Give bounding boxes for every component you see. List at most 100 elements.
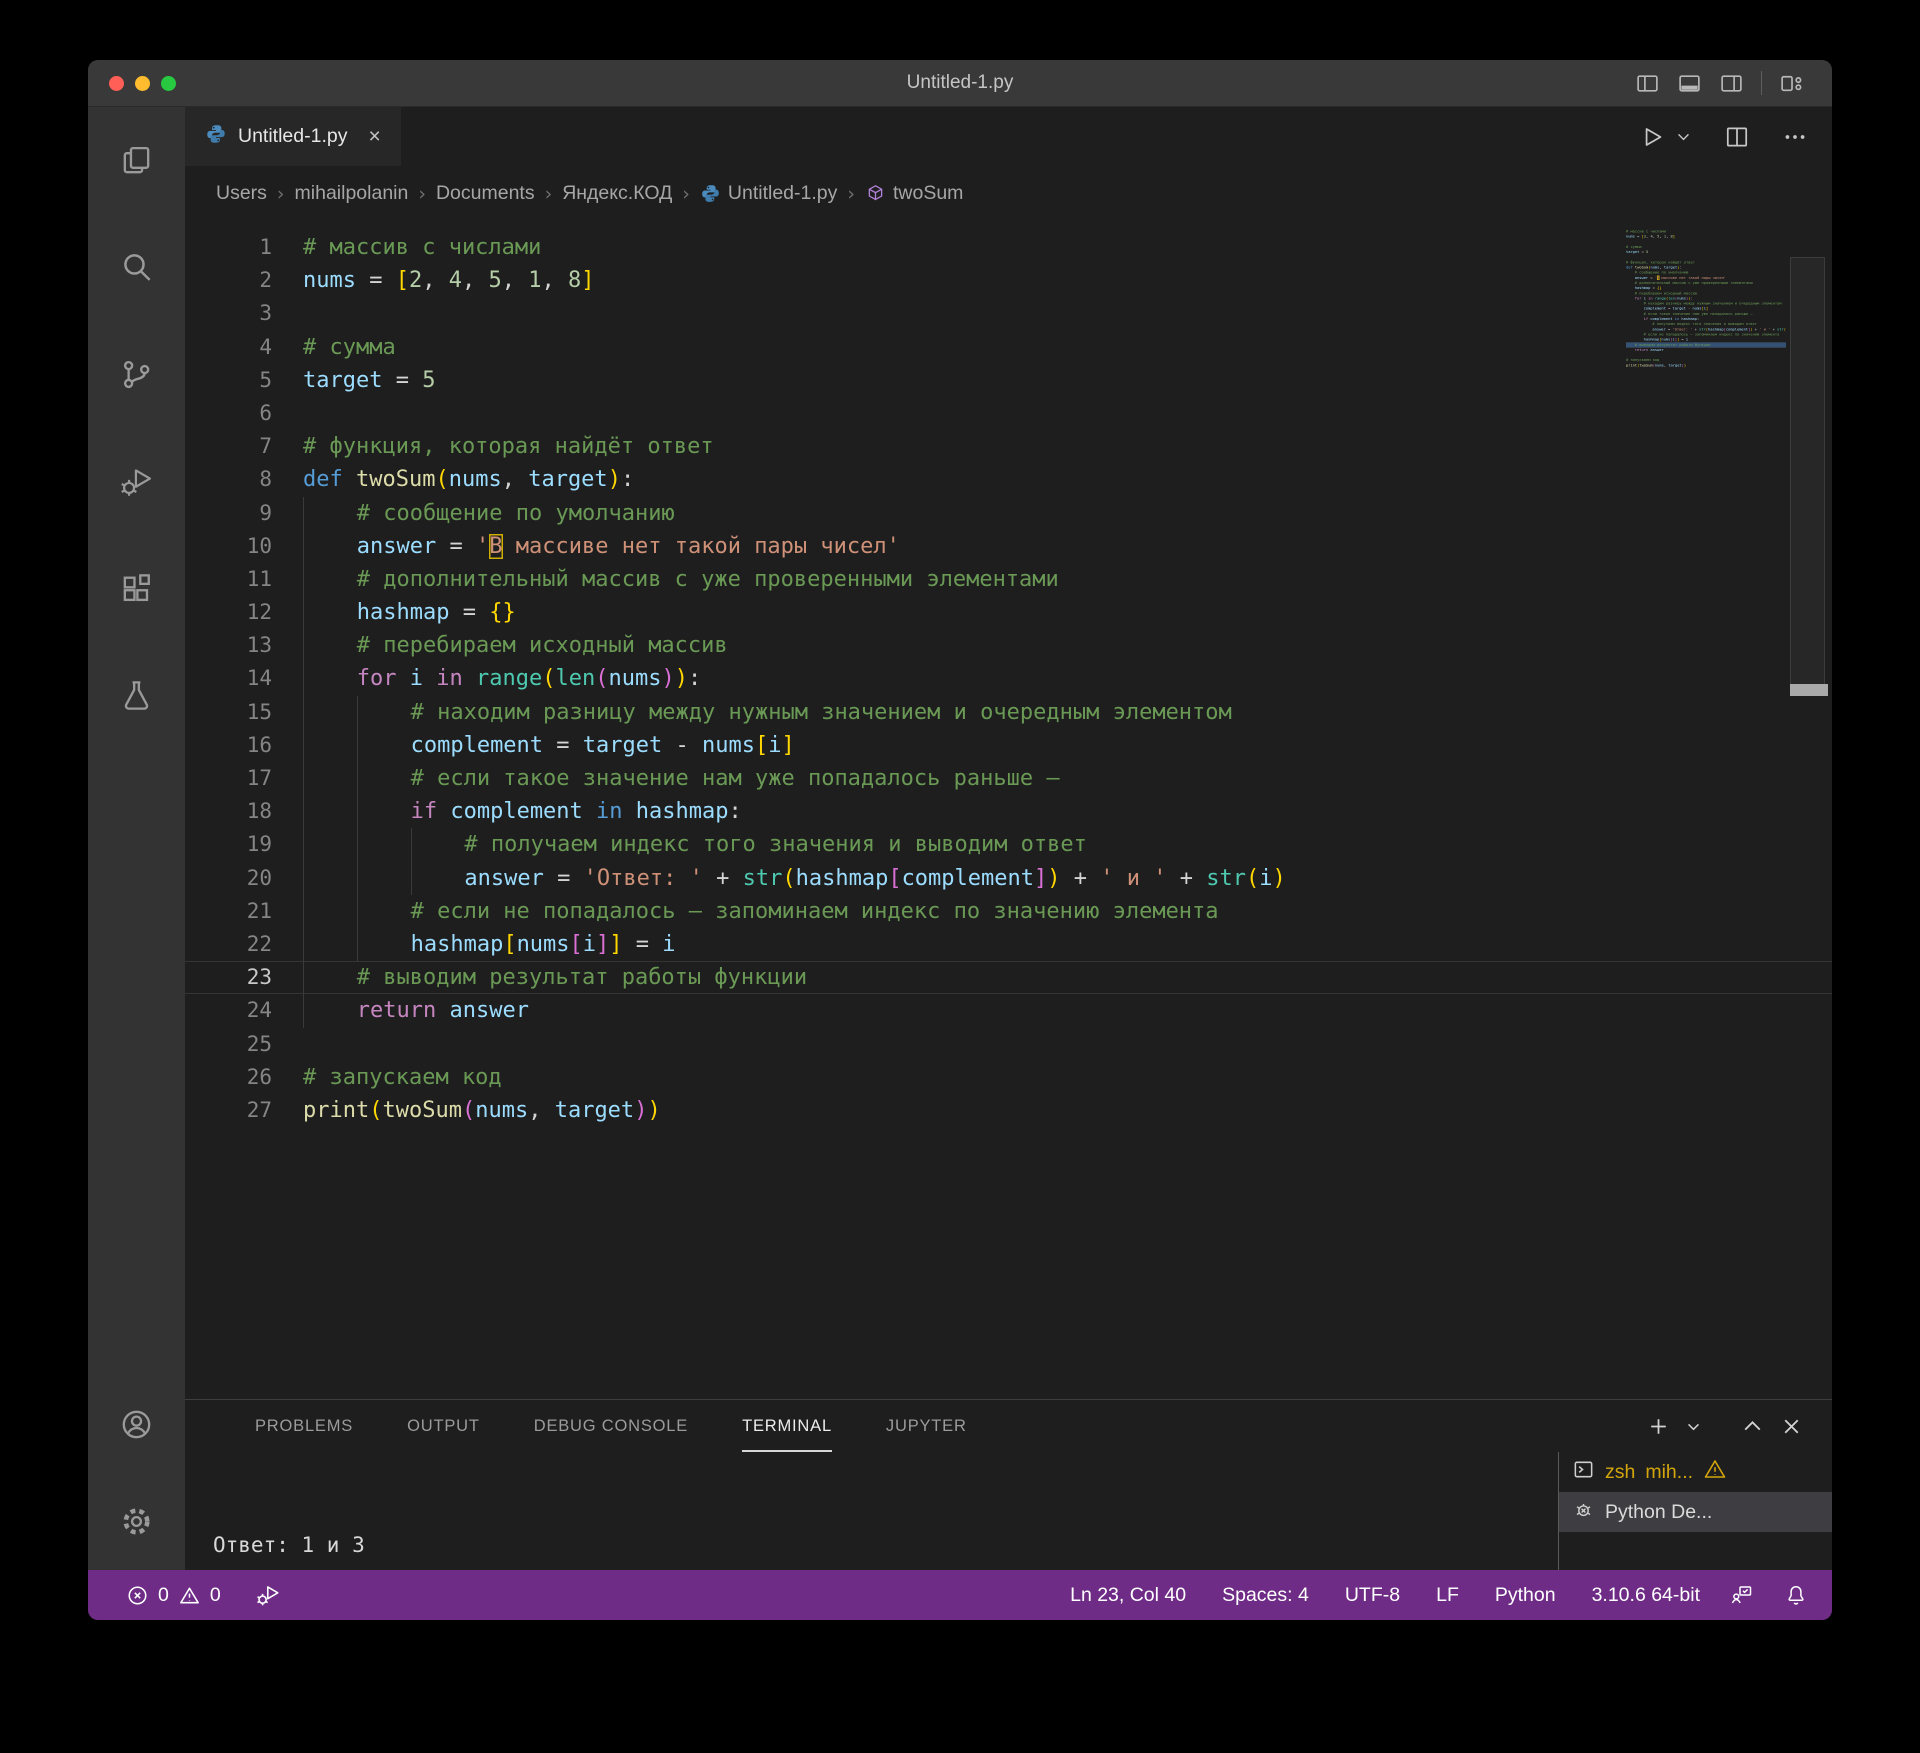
line-content: answer = 'Ответ: ' + str(hashmap[complem…	[303, 862, 1286, 895]
code-line[interactable]: 27print(twoSum(nums, target))	[185, 1094, 1832, 1127]
terminal-list-label: Python De...	[1605, 1501, 1712, 1524]
toggle-secondary-sidebar-icon[interactable]	[1719, 71, 1744, 96]
code-line[interactable]: 13# перебираем исходный массив	[185, 629, 1832, 662]
breadcrumb-item[interactable]: Untitled-1.py	[700, 182, 837, 205]
status-item[interactable]: Spaces: 4	[1222, 1584, 1309, 1607]
panel-tab-debug-console[interactable]: DEBUG CONSOLE	[534, 1400, 688, 1452]
code-line[interactable]: 5target = 5	[185, 364, 1832, 397]
breadcrumb-item[interactable]: Documents	[436, 182, 535, 205]
code-line[interactable]: 25	[185, 1028, 1832, 1061]
toggle-primary-sidebar-icon[interactable]	[1635, 71, 1660, 96]
breadcrumb-label: Documents	[436, 182, 535, 205]
code-line[interactable]: 10answer = 'В массиве нет такой пары чис…	[185, 530, 1832, 563]
code-line[interactable]: 6	[185, 397, 1832, 430]
code-line[interactable]: 20answer = 'Ответ: ' + str(hashmap[compl…	[185, 862, 1832, 895]
code-line[interactable]: 15# находим разницу между нужным значени…	[185, 696, 1832, 729]
account-icon[interactable]	[88, 1376, 185, 1473]
code-line[interactable]: 11# дополнительный массив с уже проверен…	[185, 563, 1832, 596]
terminal-list-item-python-debug[interactable]: Python De...	[1559, 1492, 1832, 1532]
testing-icon[interactable]	[88, 642, 185, 749]
minimap[interactable]: # массив с числамиnums = [2, 4, 5, 1, 8]…	[1626, 229, 1786, 519]
status-item[interactable]: Python	[1495, 1584, 1556, 1607]
line-content: answer = 'В массиве нет такой пары чисел…	[303, 530, 900, 563]
line-content: # получаем индекс того значения и выводи…	[303, 828, 1087, 861]
status-item[interactable]: LF	[1436, 1584, 1459, 1607]
status-item[interactable]: UTF-8	[1345, 1584, 1400, 1607]
problems-status[interactable]: 0 0	[126, 1584, 221, 1607]
code-line[interactable]: 14for i in range(len(nums)):	[185, 662, 1832, 695]
feedback-icon[interactable]	[1730, 1583, 1754, 1607]
line-content: target = 5	[1626, 250, 1648, 255]
line-number: 8	[185, 463, 303, 496]
zoom-window-button[interactable]	[161, 76, 176, 91]
close-window-button[interactable]	[109, 76, 124, 91]
python-icon	[700, 183, 721, 204]
line-content: # массив с числами	[303, 231, 541, 264]
code-line[interactable]: 23# выводим результат работы функции	[185, 961, 1832, 994]
line-content: if complement in hashmap:	[303, 795, 742, 828]
debug-console-icon	[1572, 1498, 1595, 1527]
split-editor-icon[interactable]	[1724, 124, 1750, 150]
run-dropdown-chevron-icon[interactable]	[1675, 128, 1692, 145]
breadcrumb-item[interactable]: Users	[216, 182, 267, 205]
close-panel-icon[interactable]	[1779, 1414, 1804, 1439]
status-item[interactable]: Ln 23, Col 40	[1070, 1584, 1186, 1607]
line-content: print(twoSum(nums, target))	[1626, 363, 1686, 368]
close-tab-icon[interactable]: ×	[368, 126, 380, 147]
tab-untitled-1-py[interactable]: Untitled-1.py ×	[185, 107, 401, 166]
activity-bar	[88, 107, 185, 1570]
code-line[interactable]: 4# сумма	[185, 331, 1832, 364]
files-icon[interactable]	[88, 107, 185, 214]
breadcrumb-item[interactable]: mihailpolanin	[295, 182, 409, 205]
panel-tab-jupyter[interactable]: JUPYTER	[886, 1400, 967, 1452]
code-line[interactable]: 2nums = [2, 4, 5, 1, 8]	[185, 264, 1832, 297]
breadcrumb-label: mihailpolanin	[295, 182, 409, 205]
panel-tab-terminal[interactable]: TERMINAL	[742, 1400, 832, 1452]
toggle-panel-icon[interactable]	[1677, 71, 1702, 96]
minimize-window-button[interactable]	[135, 76, 150, 91]
code-line[interactable]: 22hashmap[nums[i]] = i	[185, 928, 1832, 961]
line-content: print(twoSum(nums, target))	[303, 1094, 661, 1127]
maximize-panel-icon[interactable]	[1740, 1414, 1765, 1439]
code-line[interactable]: 16complement = target - nums[i]	[185, 729, 1832, 762]
line-number: 23	[185, 961, 303, 994]
scrollbar-slider[interactable]	[1790, 257, 1825, 689]
more-actions-icon[interactable]	[1782, 124, 1808, 150]
line-content: # если такое значение нам уже попадалось…	[303, 762, 1060, 795]
code-line[interactable]: 12hashmap = {}	[185, 596, 1832, 629]
code-line[interactable]: 18if complement in hashmap:	[185, 795, 1832, 828]
python-icon	[205, 123, 227, 150]
debug-status-icon[interactable]	[255, 1582, 281, 1608]
extensions-icon[interactable]	[88, 535, 185, 642]
settings-gear-icon[interactable]	[88, 1473, 185, 1570]
customize-layout-icon[interactable]	[1779, 71, 1804, 96]
run-python-file-icon[interactable]	[1639, 124, 1665, 150]
editor-scrollbar[interactable]	[1788, 221, 1832, 1399]
code-line[interactable]: 17# если такое значение нам уже попадало…	[185, 762, 1832, 795]
code-line[interactable]: 21# если не попадалось — запоминаем инде…	[185, 895, 1832, 928]
run-debug-icon[interactable]	[88, 428, 185, 535]
breadcrumb-item[interactable]: twoSum	[865, 182, 963, 205]
line-content: target = 5	[303, 364, 435, 397]
panel-tab-output[interactable]: OUTPUT	[407, 1400, 480, 1452]
terminal-dropdown-chevron-icon[interactable]	[1685, 1418, 1702, 1435]
breadcrumb-item[interactable]: Яндекс.КОД	[562, 182, 672, 205]
code-line[interactable]: 8def twoSum(nums, target):	[185, 463, 1832, 496]
terminal-output[interactable]: Ответ: 1 и 3 mihailpolanin@Mike-MBP Янде…	[185, 1452, 1558, 1570]
code-line[interactable]: 3	[185, 297, 1832, 330]
source-control-icon[interactable]	[88, 321, 185, 428]
code-line[interactable]: 9# сообщение по умолчанию	[185, 497, 1832, 530]
code-line[interactable]: 7# функция, которая найдёт ответ	[185, 430, 1832, 463]
notifications-bell-icon[interactable]	[1784, 1583, 1808, 1607]
breadcrumb-separator: ›	[418, 183, 426, 205]
code-line[interactable]: 1# массив с числами	[185, 231, 1832, 264]
terminal-list-item-zsh[interactable]: zsh mih...	[1559, 1452, 1832, 1492]
search-icon[interactable]	[88, 214, 185, 321]
code-line[interactable]: 24return answer	[185, 994, 1832, 1027]
code-line[interactable]: 26# запускаем код	[185, 1061, 1832, 1094]
new-terminal-icon[interactable]	[1646, 1414, 1671, 1439]
panel-tab-problems[interactable]: PROBLEMS	[255, 1400, 353, 1452]
code-line[interactable]: 19# получаем индекс того значения и выво…	[185, 828, 1832, 861]
code-editor[interactable]: 1# массив с числами2nums = [2, 4, 5, 1, …	[185, 221, 1832, 1399]
status-item[interactable]: 3.10.6 64-bit	[1592, 1584, 1700, 1607]
